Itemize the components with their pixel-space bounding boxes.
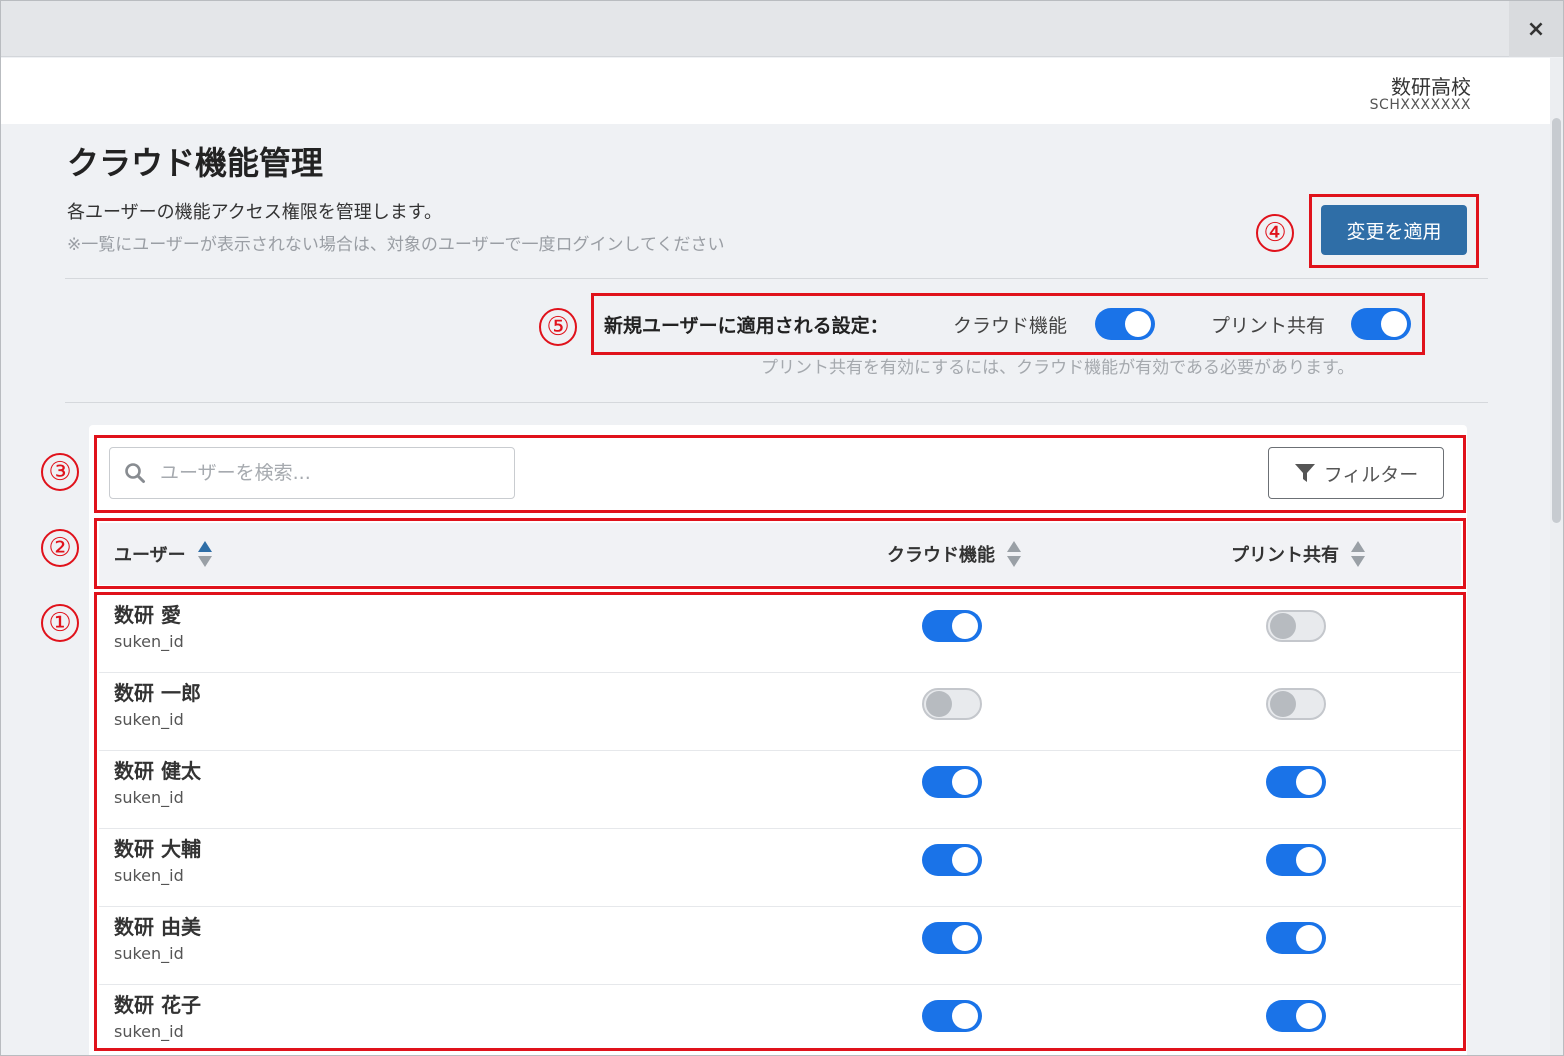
search-box xyxy=(109,447,515,499)
divider xyxy=(65,402,1488,403)
callout-box-1 xyxy=(94,592,1466,1051)
close-icon: × xyxy=(1526,16,1546,42)
header: 数研高校 SCHXXXXXXX xyxy=(1,58,1551,124)
title-bar: × xyxy=(1,1,1563,57)
close-button[interactable]: × xyxy=(1509,1,1563,57)
page-note: ※一覧にユーザーが表示されない場合は、対象のユーザーで一度ログインしてください xyxy=(67,235,725,255)
page-description: 各ユーザーの機能アクセス権限を管理します。 xyxy=(67,202,442,223)
callout-number-2: ② xyxy=(41,529,79,567)
filter-button-label: フィルター xyxy=(1323,463,1419,486)
divider xyxy=(65,278,1488,279)
callout-number-5: ⑤ xyxy=(539,308,577,346)
toggle-knob xyxy=(1125,311,1151,337)
apply-changes-button[interactable]: 変更を適用 xyxy=(1321,205,1467,255)
filter-icon xyxy=(1294,464,1315,482)
callout-number-4: ④ xyxy=(1256,214,1294,252)
callout-box-2 xyxy=(94,518,1466,589)
school-code: SCHXXXXXXX xyxy=(1369,97,1471,113)
default-print-toggle[interactable] xyxy=(1351,308,1411,340)
school-name: 数研高校 xyxy=(1391,75,1471,99)
default-settings-label: 新規ユーザーに適用される設定： xyxy=(604,315,889,337)
window-frame: × 数研高校 SCHXXXXXXX クラウド機能管理 各ユーザーの機能アクセス権… xyxy=(0,0,1564,1056)
callout-number-3: ③ xyxy=(41,453,79,491)
toggle-knob xyxy=(1381,311,1407,337)
page-title: クラウド機能管理 xyxy=(67,144,324,182)
default-print-label: プリント共有 xyxy=(1211,315,1326,337)
scrollbar-track[interactable] xyxy=(1550,58,1563,1055)
search-icon xyxy=(125,463,145,483)
default-cloud-toggle[interactable] xyxy=(1095,308,1155,340)
filter-button[interactable]: フィルター xyxy=(1268,447,1444,499)
default-settings-note: プリント共有を有効にするには、クラウド機能が有効である必要があります。 xyxy=(761,358,1355,378)
default-cloud-label: クラウド機能 xyxy=(953,315,1068,337)
callout-number-1: ① xyxy=(41,604,79,642)
search-input[interactable] xyxy=(160,456,500,490)
scrollbar-thumb[interactable] xyxy=(1552,118,1561,523)
